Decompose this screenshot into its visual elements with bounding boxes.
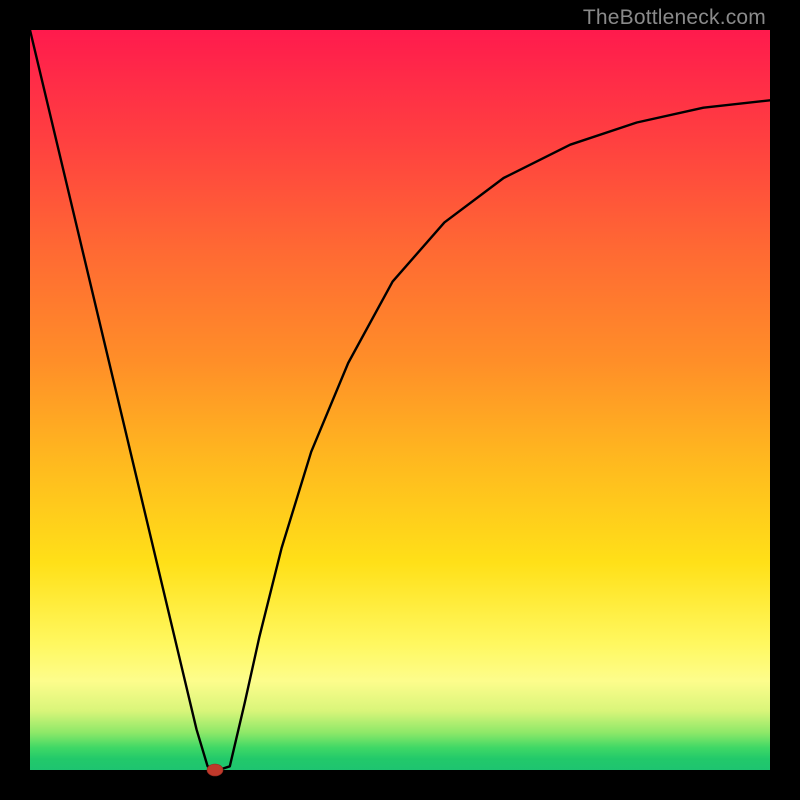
chart-frame (30, 30, 770, 770)
bottleneck-curve (30, 30, 770, 770)
optimal-point-marker (207, 764, 223, 776)
chart-curve-layer (30, 30, 770, 770)
watermark: TheBottleneck.com (583, 6, 766, 30)
